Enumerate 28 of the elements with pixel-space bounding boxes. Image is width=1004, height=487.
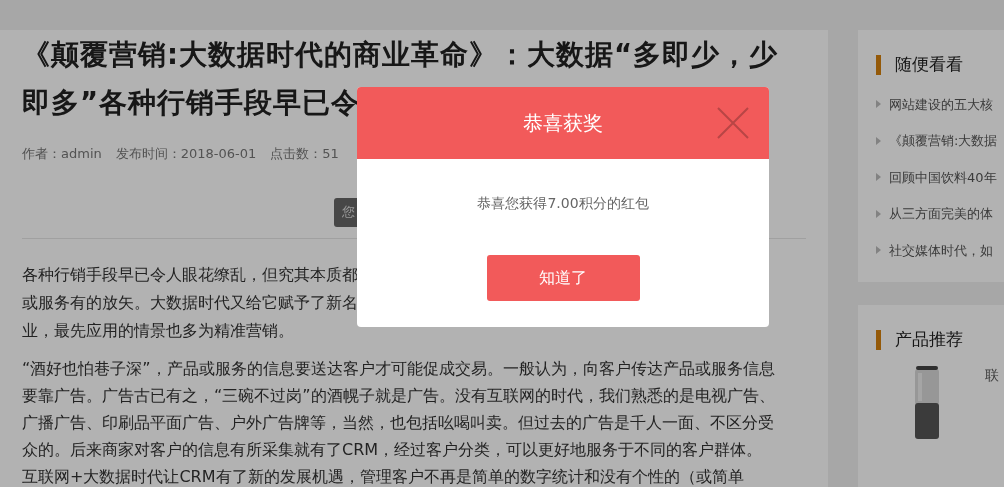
article-paragraph: “酒好也怕巷子深”，产品或服务的信息要送达客户才可能促成交易。一般认为，向客户传达产品或服务信息要靠广告。广告古已有之，“三碗不过岗”的酒幌子就是广告。没有互联网的时代，我们熟悉的是电视广告、广播广告、印刷品平面广告、户外广告牌等，当然，也包括吆喝叫卖。但过去的广告是千人一面、不区分受众的。后来商家对客户的信息有所采集就有了CRM，经过客户分类，可以更好地服务于不同的客户群体。互联网+大数据时代让CRM有了新的发展机遇，管理客户不再是简单的数字统计和没有个性的（或简单 xyxy=(22,357,776,487)
confirm-button[interactable]: 知道了 xyxy=(486,255,640,301)
bullet-icon xyxy=(876,136,881,145)
article-link[interactable]: 回顾中国饮料40年 xyxy=(889,167,997,187)
close-icon[interactable] xyxy=(717,107,749,139)
bullet-icon xyxy=(876,246,881,255)
article-link[interactable]: 社交媒体时代，如 xyxy=(889,240,993,260)
bullet-icon xyxy=(876,173,881,182)
meta-info: 点击数：51 xyxy=(270,145,339,163)
dialog-title: 恭喜获奖 xyxy=(523,110,603,137)
article-title-line: 《颠覆营销:大数据时代的商业革命》：大数据“多即少，少 xyxy=(22,37,779,72)
product-link[interactable]: 联 xyxy=(985,364,999,386)
dialog-message: 恭喜您获得7.00积分的红包 xyxy=(476,194,650,213)
paragraph-line: 或服务有的放矢。大数据时代又给它赋予了新名 xyxy=(22,292,358,314)
heading-marker xyxy=(876,329,881,350)
section-heading: 随便看看 xyxy=(895,53,963,76)
paragraph-line: 业，最先应用的情景也多为精准营销。 xyxy=(22,320,294,342)
heading-marker xyxy=(876,54,881,75)
paragraph-line: 各种行销手段早已令人眼花缭乱，但究其本质都 xyxy=(22,264,358,286)
article-link[interactable]: 网站建设的五大核 xyxy=(889,94,993,114)
meta-info: 发布时间：2018-06-01 xyxy=(115,145,257,163)
bullet-icon xyxy=(876,209,881,218)
article-link[interactable]: 从三方面完美的体 xyxy=(889,204,993,224)
bullet-icon xyxy=(876,100,881,109)
article-link[interactable]: 《颠覆营销:大数据 xyxy=(889,131,998,151)
article-title-line: 即多”各种行销手段早已令 xyxy=(22,85,361,120)
section-heading: 产品推荐 xyxy=(895,328,963,351)
meta-info: 作者：admin xyxy=(22,145,102,163)
